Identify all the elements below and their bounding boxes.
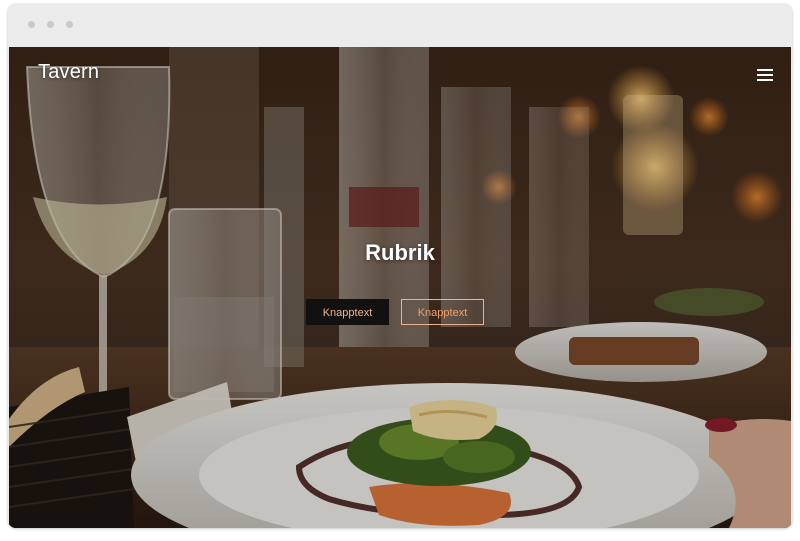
secondary-cta-button[interactable]: Knapptext [401, 299, 484, 325]
hamburger-bar [757, 74, 773, 76]
hero-dim-overlay [9, 47, 791, 528]
hero-title: Rubrik [365, 240, 435, 265]
site-logo[interactable]: Tavern [38, 61, 99, 84]
hamburger-bar [757, 79, 773, 81]
window-control-close[interactable] [28, 21, 35, 28]
hamburger-menu-icon[interactable] [757, 69, 773, 81]
page-viewport: Tavern Rubrik Knapptext Knapptext [9, 47, 791, 528]
window-control-maximize[interactable] [66, 21, 73, 28]
browser-window: Tavern Rubrik Knapptext Knapptext [8, 4, 792, 528]
primary-cta-button[interactable]: Knapptext [306, 299, 389, 325]
window-titlebar [8, 4, 792, 47]
window-control-minimize[interactable] [47, 21, 54, 28]
hamburger-bar [757, 69, 773, 71]
